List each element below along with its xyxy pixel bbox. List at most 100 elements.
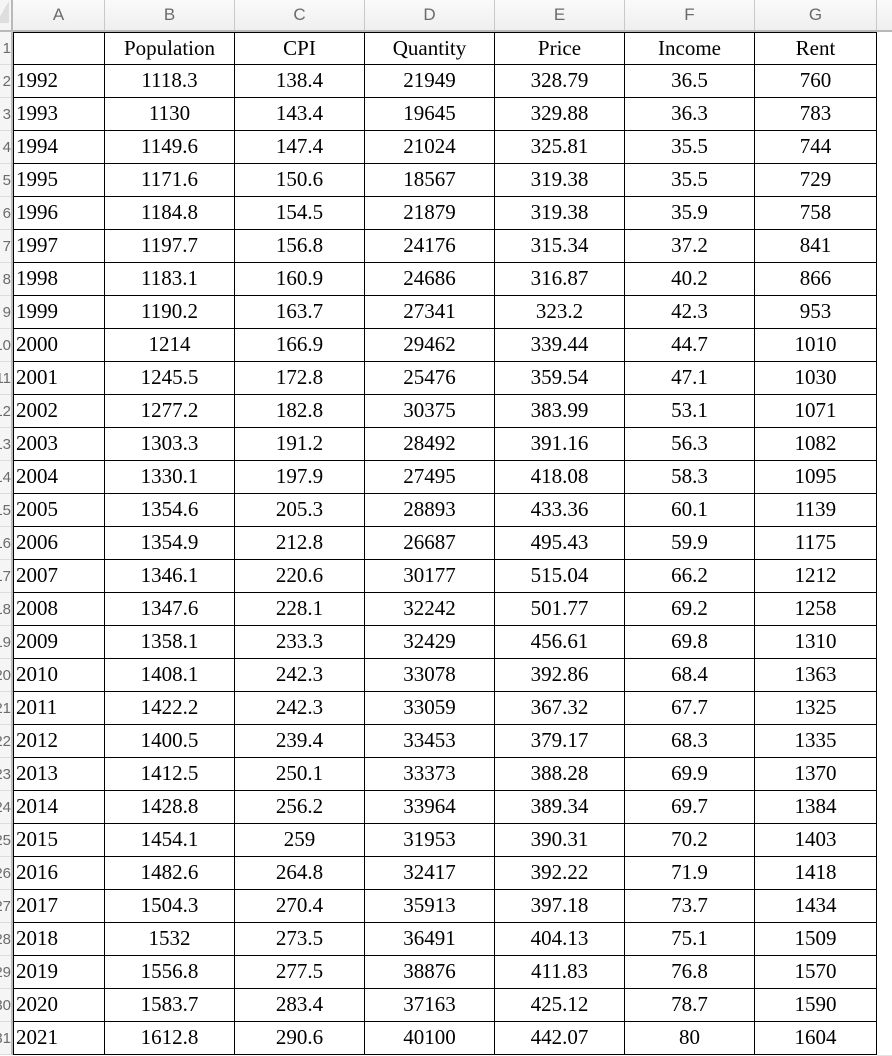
empty-cell-area[interactable] xyxy=(877,461,892,495)
row-number[interactable]: 30 xyxy=(0,989,11,1022)
cell[interactable]: 1071 xyxy=(755,395,877,428)
cell[interactable]: 1995 xyxy=(13,164,105,197)
cell[interactable]: 1184.8 xyxy=(105,197,235,230)
cell[interactable]: 256.2 xyxy=(235,791,365,824)
spreadsheet-grid[interactable]: A B C D E F G 12345678910111213141516171… xyxy=(0,0,892,1056)
cell[interactable]: 35.5 xyxy=(625,131,755,164)
cell[interactable]: 143.4 xyxy=(235,98,365,131)
cell[interactable]: Quantity xyxy=(365,32,495,65)
cell[interactable]: 389.34 xyxy=(495,791,625,824)
cell[interactable]: 40.2 xyxy=(625,263,755,296)
cell[interactable]: 1330.1 xyxy=(105,461,235,494)
cell[interactable]: 1590 xyxy=(755,989,877,1022)
cell[interactable]: 78.7 xyxy=(625,989,755,1022)
cell[interactable]: 212.8 xyxy=(235,527,365,560)
row-number[interactable]: 5 xyxy=(0,164,11,197)
cell[interactable]: 404.13 xyxy=(495,923,625,956)
cell[interactable]: 264.8 xyxy=(235,857,365,890)
cell[interactable]: 501.77 xyxy=(495,593,625,626)
cell[interactable]: 1325 xyxy=(755,692,877,725)
cell[interactable]: 1370 xyxy=(755,758,877,791)
cell[interactable]: 1095 xyxy=(755,461,877,494)
cell[interactable]: 32429 xyxy=(365,626,495,659)
row-number[interactable]: 12 xyxy=(0,395,11,428)
cell[interactable]: 367.32 xyxy=(495,692,625,725)
cell[interactable]: 75.1 xyxy=(625,923,755,956)
cell[interactable]: 379.17 xyxy=(495,725,625,758)
cell[interactable]: 2021 xyxy=(13,1022,105,1055)
cell[interactable]: 783 xyxy=(755,98,877,131)
cell[interactable]: 156.8 xyxy=(235,230,365,263)
column-header-b[interactable]: B xyxy=(105,0,235,30)
cell[interactable]: 27341 xyxy=(365,296,495,329)
cell[interactable]: 1130 xyxy=(105,98,235,131)
empty-cell-area[interactable] xyxy=(877,560,892,594)
cell[interactable]: 1993 xyxy=(13,98,105,131)
cell[interactable]: 1149.6 xyxy=(105,131,235,164)
empty-cell-area[interactable] xyxy=(877,989,892,1023)
row-number[interactable]: 16 xyxy=(0,527,11,560)
cell[interactable]: 323.2 xyxy=(495,296,625,329)
cell[interactable]: 67.7 xyxy=(625,692,755,725)
cell[interactable]: 56.3 xyxy=(625,428,755,461)
column-header-c[interactable]: C xyxy=(235,0,365,30)
cell[interactable]: 2010 xyxy=(13,659,105,692)
cell[interactable]: 270.4 xyxy=(235,890,365,923)
empty-cell-area[interactable] xyxy=(877,131,892,165)
cell[interactable]: 418.08 xyxy=(495,461,625,494)
cell[interactable]: 1434 xyxy=(755,890,877,923)
cell[interactable]: 1996 xyxy=(13,197,105,230)
row-number[interactable]: 25 xyxy=(0,824,11,857)
cell[interactable]: 1175 xyxy=(755,527,877,560)
cell[interactable]: 30375 xyxy=(365,395,495,428)
cell[interactable]: 744 xyxy=(755,131,877,164)
cell[interactable]: 392.86 xyxy=(495,659,625,692)
empty-cell-area[interactable] xyxy=(877,428,892,462)
row-number[interactable]: 19 xyxy=(0,626,11,659)
cell[interactable]: 1303.3 xyxy=(105,428,235,461)
row-number[interactable]: 11 xyxy=(0,362,11,395)
cell[interactable]: 1428.8 xyxy=(105,791,235,824)
cell[interactable]: 42.3 xyxy=(625,296,755,329)
cell[interactable]: 33964 xyxy=(365,791,495,824)
cell[interactable]: 40100 xyxy=(365,1022,495,1055)
cell[interactable]: 1030 xyxy=(755,362,877,395)
row-number[interactable]: 18 xyxy=(0,593,11,626)
cell[interactable]: 1556.8 xyxy=(105,956,235,989)
cell[interactable]: 2020 xyxy=(13,989,105,1022)
cell[interactable]: 391.16 xyxy=(495,428,625,461)
cell[interactable]: 205.3 xyxy=(235,494,365,527)
cell[interactable]: 242.3 xyxy=(235,692,365,725)
cell[interactable]: 29462 xyxy=(365,329,495,362)
cell[interactable]: 2008 xyxy=(13,593,105,626)
column-header-a[interactable]: A xyxy=(13,0,105,30)
cell[interactable]: 32417 xyxy=(365,857,495,890)
row-number[interactable]: 15 xyxy=(0,494,11,527)
cell[interactable]: 2001 xyxy=(13,362,105,395)
cell[interactable]: 68.3 xyxy=(625,725,755,758)
cell[interactable]: 19645 xyxy=(365,98,495,131)
cell[interactable]: Population xyxy=(105,32,235,65)
cell-grid[interactable]: Population CPI Quantity Price Income Rent 1992… xyxy=(13,32,892,1056)
column-header-e[interactable]: E xyxy=(495,0,625,30)
cell[interactable]: 32242 xyxy=(365,593,495,626)
cell[interactable]: 228.1 xyxy=(235,593,365,626)
cell[interactable]: 1570 xyxy=(755,956,877,989)
cell[interactable]: 1363 xyxy=(755,659,877,692)
cell[interactable]: 80 xyxy=(625,1022,755,1055)
empty-cell-area[interactable] xyxy=(877,98,892,132)
cell[interactable]: 442.07 xyxy=(495,1022,625,1055)
cell[interactable]: 328.79 xyxy=(495,65,625,98)
cell[interactable]: 76.8 xyxy=(625,956,755,989)
cell[interactable]: 283.4 xyxy=(235,989,365,1022)
row-number[interactable]: 21 xyxy=(0,692,11,725)
cell[interactable]: 259 xyxy=(235,824,365,857)
row-number[interactable]: 29 xyxy=(0,956,11,989)
cell[interactable]: 2017 xyxy=(13,890,105,923)
cell[interactable]: 1245.5 xyxy=(105,362,235,395)
cell[interactable]: 359.54 xyxy=(495,362,625,395)
cell[interactable]: 239.4 xyxy=(235,725,365,758)
row-number[interactable]: 23 xyxy=(0,758,11,791)
cell[interactable]: 35.5 xyxy=(625,164,755,197)
cell[interactable]: 36491 xyxy=(365,923,495,956)
